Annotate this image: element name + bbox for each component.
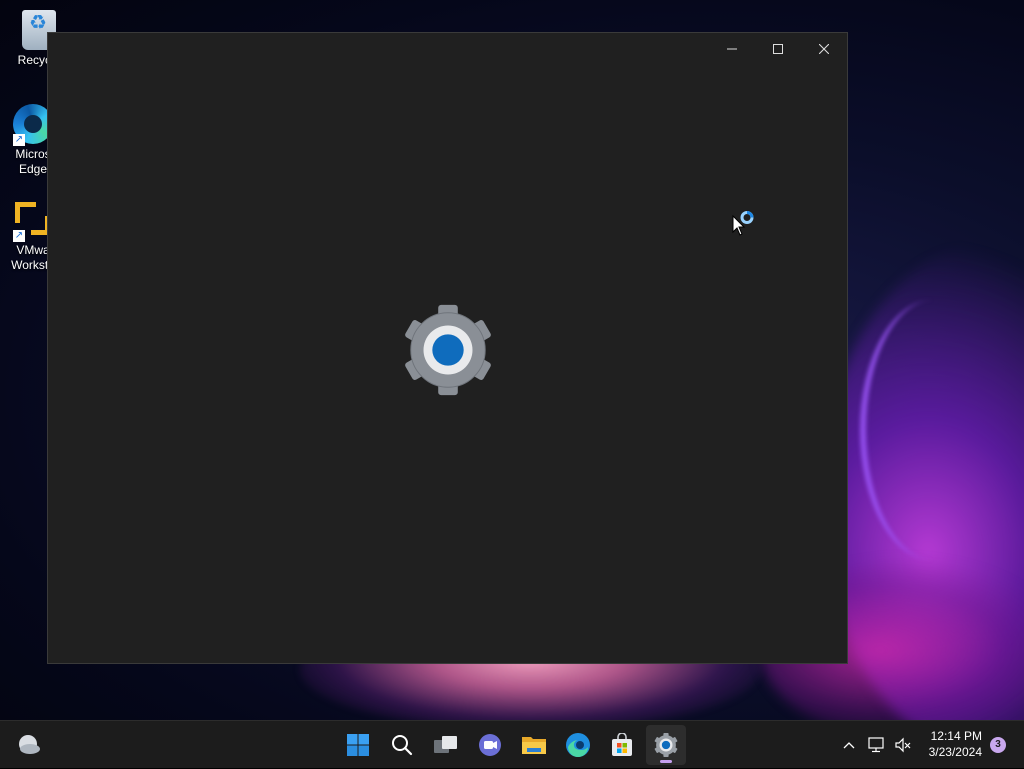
close-icon [819,44,829,54]
maximize-icon [773,44,783,54]
clock-date: 3/23/2024 [928,745,982,759]
taskbar: 12:14 PM 3/23/2024 3 [0,720,1024,768]
minimize-button[interactable] [709,33,755,65]
clock[interactable]: 12:14 PM 3/23/2024 [929,728,982,760]
busy-cursor-icon [732,211,754,236]
settings-taskbar-button[interactable] [646,725,686,765]
settings-window[interactable] [47,32,848,664]
window-caption-buttons [709,33,847,65]
wallpaper-ring [860,300,1006,560]
active-app-indicator [660,760,672,763]
task-view-icon [434,736,457,753]
settings-gear-icon [654,733,678,757]
edge-icon [566,733,590,757]
notification-badge[interactable]: 3 [990,737,1006,753]
settings-gear-icon [405,304,491,396]
file-explorer-button[interactable] [514,725,554,765]
volume-button[interactable] [892,721,914,769]
shortcut-arrow-icon: ↗ [13,230,25,242]
search-button[interactable] [382,725,422,765]
folder-icon [522,737,546,754]
chevron-up-icon [843,742,855,749]
maximize-button[interactable] [755,33,801,65]
minimize-icon [727,48,737,50]
clock-time: 12:14 PM [930,729,982,743]
network-button[interactable] [866,721,888,769]
volume-muted-icon [895,737,911,753]
show-hidden-icons-button[interactable] [838,721,860,769]
search-icon [392,735,413,756]
task-view-button[interactable] [426,725,466,765]
windows-start-icon [347,734,369,756]
shortcut-arrow-icon: ↗ [13,134,25,146]
close-button[interactable] [801,33,847,65]
store-icon [612,733,632,756]
network-icon [868,737,884,753]
teams-chat-icon [479,734,501,756]
chat-button[interactable] [470,725,510,765]
start-button[interactable] [338,725,378,765]
edge-taskbar-button[interactable] [558,725,598,765]
store-button[interactable] [602,725,642,765]
weather-widget-icon[interactable] [14,731,42,759]
